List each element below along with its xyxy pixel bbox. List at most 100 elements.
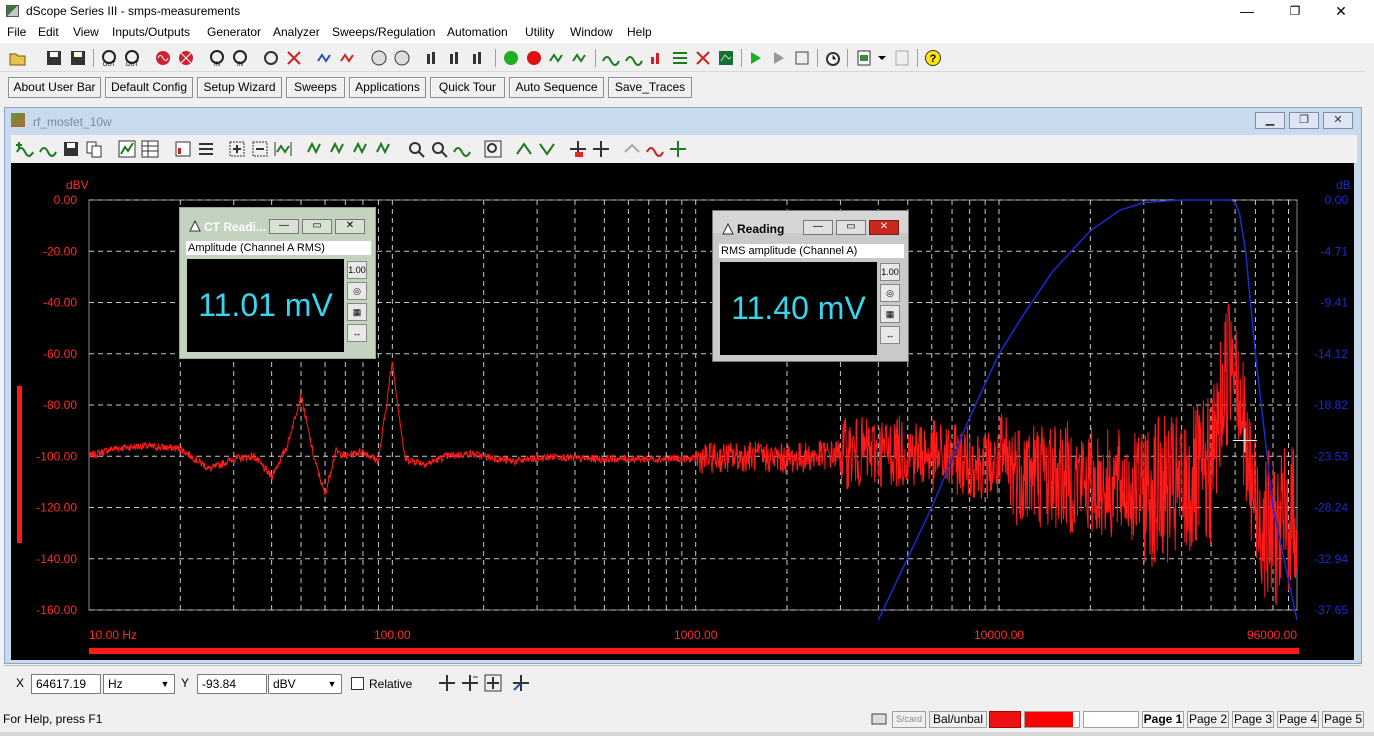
graph-restore-button[interactable]: ❐ xyxy=(1289,112,1319,129)
overlay-up-icon[interactable] xyxy=(623,140,641,158)
generator-off-icon[interactable] xyxy=(177,49,195,67)
cursor-up-icon[interactable] xyxy=(515,140,533,158)
report-disabled-icon[interactable] xyxy=(893,49,911,67)
probe-icon[interactable]: ◎ xyxy=(880,284,900,302)
analyzer-icon[interactable] xyxy=(262,49,280,67)
graph-close-button[interactable]: ✕ xyxy=(1323,112,1353,129)
ct-reading-window[interactable]: CT Readi... — ▭ ✕ Amplitude (Channel A R… xyxy=(179,207,376,359)
scope-icon[interactable] xyxy=(370,49,388,67)
page-4-tab[interactable]: Page 4 xyxy=(1277,711,1319,728)
minimize-button[interactable]: — xyxy=(1224,0,1270,23)
autoscale-icon[interactable] xyxy=(274,140,292,158)
sweep-run-icon[interactable] xyxy=(548,49,566,67)
graph-settings-icon[interactable] xyxy=(174,140,192,158)
calculator-icon[interactable]: ▦ xyxy=(347,303,367,321)
zoom-in-icon[interactable] xyxy=(228,140,246,158)
page-2-tab[interactable]: Page 2 xyxy=(1187,711,1229,728)
monitor-icon[interactable] xyxy=(717,49,735,67)
script-step-icon[interactable] xyxy=(770,49,788,67)
add-trace-icon[interactable] xyxy=(16,140,34,158)
reading-maximize-button[interactable]: ▭ xyxy=(836,220,866,235)
marker-peak-icon[interactable] xyxy=(330,140,348,158)
about-user-bar-button[interactable]: About User Bar xyxy=(8,77,101,98)
numeric-format-icon[interactable]: 1.00 xyxy=(347,261,367,279)
y-value-field[interactable]: -93.84 xyxy=(197,674,267,694)
report-icon[interactable] xyxy=(855,49,873,67)
menu-file[interactable]: File xyxy=(7,25,26,39)
bars-settings-icon[interactable] xyxy=(447,49,465,67)
graph-data-icon[interactable] xyxy=(197,140,215,158)
alarm-clock-icon[interactable] xyxy=(824,49,842,67)
trace-remove-icon[interactable] xyxy=(694,49,712,67)
zoom-out-icon[interactable] xyxy=(251,140,269,158)
menu-inputs-outputs[interactable]: Inputs/Outputs xyxy=(112,25,190,39)
cursor-move-icon[interactable] xyxy=(438,674,456,692)
script-edit-icon[interactable] xyxy=(793,49,811,67)
trace-bars-icon[interactable] xyxy=(648,49,666,67)
trace-icon[interactable] xyxy=(602,49,620,67)
run-green-icon[interactable] xyxy=(502,49,520,67)
calculator-icon[interactable]: ▦ xyxy=(880,305,900,323)
menu-analyzer[interactable]: Analyzer xyxy=(273,25,320,39)
marker-right-icon[interactable] xyxy=(376,140,394,158)
analyzer-off-icon[interactable] xyxy=(285,49,303,67)
cursor-add-icon[interactable] xyxy=(569,140,587,158)
trace-list-icon[interactable] xyxy=(671,49,689,67)
save-all-icon[interactable] xyxy=(69,49,87,67)
menu-automation[interactable]: Automation xyxy=(447,25,508,39)
menu-view[interactable]: View xyxy=(73,25,99,39)
ct-reading-minimize-button[interactable]: — xyxy=(269,219,299,234)
marker-next-icon[interactable] xyxy=(353,140,371,158)
menu-sweeps-regulation[interactable]: Sweeps/Regulation xyxy=(332,25,435,39)
relative-checkbox[interactable] xyxy=(351,677,364,690)
scale-auto-icon[interactable] xyxy=(453,140,471,158)
overlay-move-icon[interactable] xyxy=(669,140,687,158)
overlay-wave-icon[interactable] xyxy=(646,140,664,158)
x-value-field[interactable]: 64617.19 xyxy=(31,674,101,694)
cursor-peak-icon[interactable] xyxy=(461,674,479,692)
sweep-stop-icon[interactable] xyxy=(339,49,357,67)
zoom-trace-icon[interactable] xyxy=(484,140,502,158)
menu-help[interactable]: Help xyxy=(627,25,652,39)
input-off-icon[interactable]: IN xyxy=(231,49,249,67)
probe-icon[interactable]: ◎ xyxy=(347,282,367,300)
chevron-down-icon[interactable] xyxy=(877,49,887,67)
marker-left-icon[interactable] xyxy=(307,140,325,158)
setup-wizard-button[interactable]: Setup Wizard xyxy=(197,77,282,98)
output-off-icon[interactable]: OUT xyxy=(123,49,141,67)
page-1-tab[interactable]: Page 1 xyxy=(1142,711,1184,728)
record-red-icon[interactable] xyxy=(525,49,543,67)
trace-wave-icon[interactable] xyxy=(39,140,57,158)
applications-button[interactable]: Applications xyxy=(349,77,426,98)
save-traces-button[interactable]: Save_Traces xyxy=(608,77,692,98)
sweeps-button[interactable]: Sweeps xyxy=(286,77,345,98)
sweep-settings-icon[interactable] xyxy=(571,49,589,67)
script-run-icon[interactable] xyxy=(747,49,765,67)
cursor-settings-icon[interactable] xyxy=(512,674,530,692)
input-on-icon[interactable]: IN xyxy=(208,49,226,67)
bars-alt-icon[interactable] xyxy=(470,49,488,67)
y-unit-select[interactable]: dBV ▼ xyxy=(268,674,342,694)
bars-icon[interactable] xyxy=(424,49,442,67)
cursor-move-icon[interactable] xyxy=(592,140,610,158)
trace-add-icon[interactable] xyxy=(625,49,643,67)
maximize-button[interactable]: ❐ xyxy=(1272,0,1318,23)
quick-tour-button[interactable]: Quick Tour xyxy=(430,77,505,98)
menu-window[interactable]: Window xyxy=(570,25,613,39)
default-config-button[interactable]: Default Config xyxy=(105,77,193,98)
close-button[interactable]: ✕ xyxy=(1318,0,1364,23)
numeric-format-icon[interactable]: 1.00 xyxy=(880,263,900,281)
cursor-down-icon[interactable] xyxy=(538,140,556,158)
scale-x-icon[interactable] xyxy=(430,140,448,158)
graph-table-icon[interactable] xyxy=(141,140,159,158)
arrows-icon[interactable]: ↔ xyxy=(880,326,900,344)
reading-close-button[interactable]: ✕ xyxy=(869,220,899,235)
copy-icon[interactable] xyxy=(85,140,103,158)
generator-icon[interactable] xyxy=(154,49,172,67)
sweep-icon[interactable] xyxy=(316,49,334,67)
ct-reading-close-button[interactable]: ✕ xyxy=(335,219,365,234)
page-3-tab[interactable]: Page 3 xyxy=(1232,711,1274,728)
ct-reading-maximize-button[interactable]: ▭ xyxy=(302,219,332,234)
cursor-next-icon[interactable] xyxy=(484,674,502,692)
reading-window[interactable]: Reading — ▭ ✕ RMS amplitude (Channel A) … xyxy=(712,210,909,362)
